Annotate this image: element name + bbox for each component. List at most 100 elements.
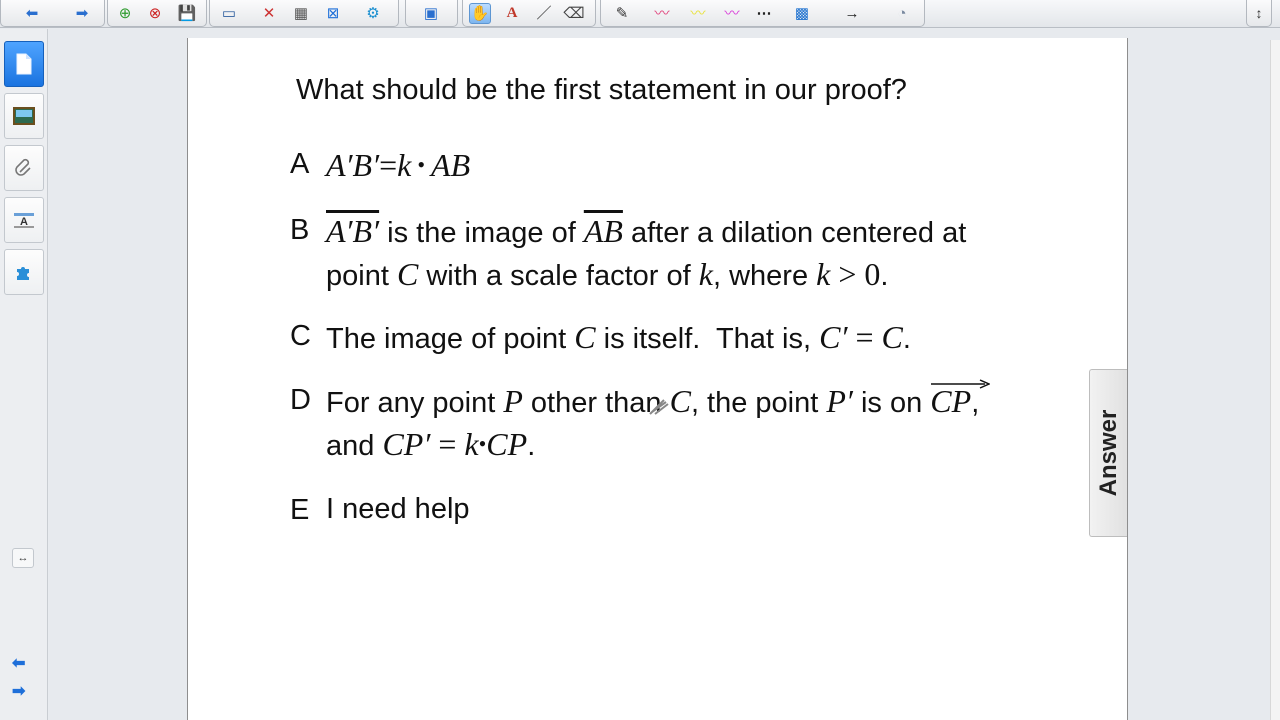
question-text: What should be the first statement in ou… xyxy=(296,74,907,106)
toolbar-group-tools: ✋ A ／ ⌫ xyxy=(462,0,596,27)
forward-icon[interactable]: ➡ xyxy=(71,3,93,24)
option-a-letter[interactable]: A xyxy=(290,148,309,181)
option-b-text-5: , where xyxy=(712,260,817,292)
swap-arrows-icon: ↔ xyxy=(17,552,29,564)
option-c-point: C xyxy=(574,319,596,355)
option-d-point-p: P xyxy=(503,383,523,419)
option-c-letter[interactable]: C xyxy=(290,320,311,353)
color-fill-icon[interactable]: ▩ xyxy=(791,3,813,24)
add-page-icon[interactable]: ⊕ xyxy=(114,3,136,24)
collapse-arrows-icon: ↕ xyxy=(1255,5,1263,21)
option-b-line-2: point C with a scale factor of k, where … xyxy=(326,254,966,297)
option-a-text[interactable]: A′B′=k • AB xyxy=(326,145,470,189)
option-d-comma: , xyxy=(971,387,980,419)
option-d-text-6: and xyxy=(326,430,383,462)
option-b-point: C xyxy=(396,256,419,292)
option-c-image: C′ xyxy=(819,319,848,355)
option-d-letter[interactable]: D xyxy=(290,384,311,417)
previous-page-icon[interactable]: ⬅ xyxy=(12,653,25,673)
delete-page-icon[interactable]: ⊗ xyxy=(144,3,166,24)
option-e-text[interactable]: I need help xyxy=(326,489,470,530)
table-icon[interactable]: ▦ xyxy=(290,3,312,24)
display-icon[interactable]: ▣ xyxy=(420,3,442,24)
option-d-ray: CP xyxy=(930,379,991,424)
option-d-cp-prime: CP′ xyxy=(382,426,431,462)
notebook-page[interactable]: What should be the first statement in ou… xyxy=(187,38,1128,720)
option-a-dot: • xyxy=(417,152,426,177)
properties-tab-icon: A xyxy=(14,213,34,228)
toolbar-group-pens: ✎ 〰 〰 〰 ⋯ ▩ → ◔ xyxy=(600,0,925,27)
option-d-text-1: For any point xyxy=(326,387,504,419)
option-d-line-2: and CP′ = k•CP. xyxy=(326,424,979,468)
paperclip-icon xyxy=(15,158,31,176)
option-b-segment-1: A′B′ xyxy=(326,213,380,249)
right-edge-panel xyxy=(1270,40,1280,720)
option-b-text-2: after a dilation centered at xyxy=(622,217,967,249)
ray-arrow-icon xyxy=(931,379,991,389)
eraser-icon[interactable]: ⌫ xyxy=(563,3,585,24)
puzzle-icon xyxy=(17,267,29,280)
screen-shade-icon[interactable]: ▭ xyxy=(218,3,240,24)
line-tool-icon[interactable]: ／ xyxy=(533,3,555,24)
toolbar: ⬅ ➡ ⊕ ⊗ 💾 ▭ ✕ ▦ ⊠ ⚙ ▣ ✋ A ／ ⌫ ✎ 〰 〰 〰 ⋯ … xyxy=(0,0,1280,28)
option-e-letter[interactable]: E xyxy=(290,494,309,527)
option-b-k-1: k xyxy=(698,256,713,292)
option-d-point-p-prime: P′ xyxy=(826,383,853,419)
option-a-term-2: AB xyxy=(431,147,471,183)
option-b-period: . xyxy=(880,260,889,292)
tab-gallery[interactable] xyxy=(4,93,44,139)
gallery-icon xyxy=(13,107,35,125)
option-b-k-2: k xyxy=(816,256,831,292)
page-sorter-icon xyxy=(16,53,32,75)
option-c-text-1: The image of point xyxy=(326,323,575,355)
text-tool-icon[interactable]: A xyxy=(501,3,523,24)
toolbar-group-edit: ▭ ✕ ▦ ⊠ ⚙ xyxy=(209,0,399,27)
settings-icon[interactable]: ⚙ xyxy=(362,3,384,24)
toolbar-group-page: ⊕ ⊗ 💾 xyxy=(107,0,207,27)
tab-attachments[interactable] xyxy=(4,145,44,191)
option-b-text-3: point xyxy=(326,260,397,292)
option-b-text[interactable]: A′B′ is the image of AB after a dilation… xyxy=(326,211,966,297)
option-d-equals: = xyxy=(430,426,465,462)
option-c-period: . xyxy=(902,323,911,355)
side-tab-bar: A ↔ ⬅ ➡ xyxy=(0,29,48,720)
option-b-text-4: with a scale factor of xyxy=(418,260,699,292)
option-c-original: C xyxy=(881,319,903,355)
pen-dots-icon[interactable]: ⋯ xyxy=(753,3,775,24)
toolbar-group-display: ▣ xyxy=(405,0,458,27)
select-tool-icon[interactable]: ✋ xyxy=(469,3,491,24)
pen-icon[interactable]: ✎ xyxy=(611,3,633,24)
sidebar-side-toggle[interactable]: ↔ xyxy=(12,548,34,568)
properties-icon[interactable]: ◔ xyxy=(891,3,913,24)
option-c-text[interactable]: The image of point C is itself. That is,… xyxy=(326,317,911,360)
back-icon[interactable]: ⬅ xyxy=(21,3,43,24)
option-d-text-4: is on xyxy=(852,387,931,419)
option-b-text-1: is the image of xyxy=(379,217,584,249)
option-b-letter[interactable]: B xyxy=(290,214,309,247)
toolbar-collapse-button[interactable]: ↕ xyxy=(1246,0,1272,27)
option-a-k: k xyxy=(397,147,412,183)
pen-pink-icon[interactable]: 〰 xyxy=(651,3,673,24)
tab-properties[interactable]: A xyxy=(4,197,44,243)
next-page-icon[interactable]: ➡ xyxy=(12,681,25,701)
answer-tab[interactable]: Answer xyxy=(1089,369,1127,537)
option-d-text-3: , the point xyxy=(690,387,827,419)
highlighter-yellow-icon[interactable]: 〰 xyxy=(687,3,709,24)
option-d-dot: • xyxy=(478,431,487,456)
toolbar-group-navigation: ⬅ ➡ xyxy=(0,0,105,27)
tab-addons[interactable] xyxy=(4,249,44,295)
option-c-equals: = xyxy=(847,319,882,355)
option-b-line-1: A′B′ is the image of AB after a dilation… xyxy=(326,211,966,254)
pen-magenta-icon[interactable]: 〰 xyxy=(721,3,743,24)
save-icon[interactable]: 💾 xyxy=(176,3,198,24)
option-d-cp: CP xyxy=(486,426,528,462)
option-b-segment-2: AB xyxy=(583,213,623,249)
delete-icon[interactable]: ✕ xyxy=(258,3,280,24)
option-b-greater-than: > xyxy=(830,256,865,292)
option-b-zero: 0 xyxy=(864,256,881,292)
arrow-tool-icon[interactable]: → xyxy=(841,3,863,24)
option-c-text-2: is itself. That is, xyxy=(595,323,820,355)
tab-page-sorter[interactable] xyxy=(4,41,44,87)
close-box-icon[interactable]: ⊠ xyxy=(322,3,344,24)
option-d-k: k xyxy=(464,426,479,462)
